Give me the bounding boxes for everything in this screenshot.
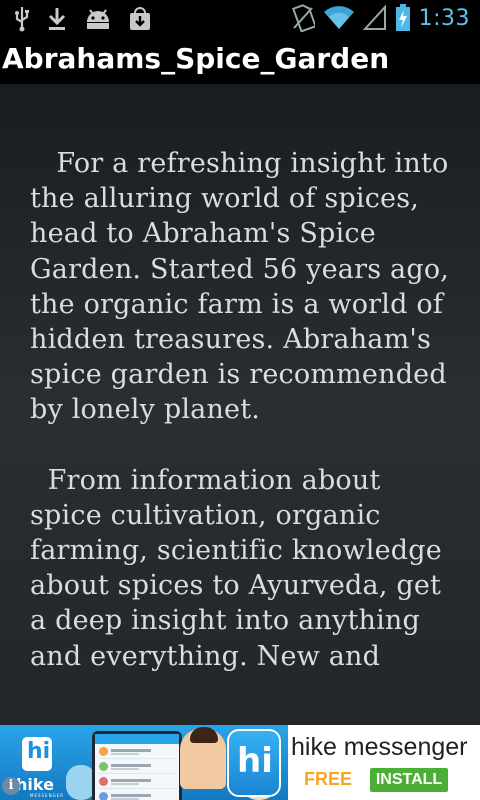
info-icon[interactable]: i — [2, 777, 20, 795]
article-text: For a refreshing insight into the alluri… — [30, 146, 460, 674]
download-icon — [48, 8, 66, 30]
clock: 1:33 — [418, 5, 470, 31]
status-bar: 1:33 — [0, 0, 480, 38]
article-paragraph: For a refreshing insight into the alluri… — [30, 148, 450, 426]
phone-mockup — [92, 731, 182, 800]
android-icon — [87, 9, 109, 29]
ad-brand-small-sub: MESSENGER — [30, 793, 64, 798]
ad-title[interactable]: hike messenger — [291, 733, 467, 762]
ad-price-label: FREE — [304, 769, 353, 789]
ad-banner[interactable]: hi hike MESSENGER i hi hike messenger FR… — [0, 725, 480, 800]
no-sim-icon — [291, 4, 315, 32]
install-button[interactable]: INSTALL — [370, 768, 448, 792]
store-download-icon — [130, 7, 150, 30]
signal-icon — [362, 5, 386, 30]
content-scroll-area[interactable]: For a refreshing insight into the alluri… — [0, 84, 480, 725]
usb-icon — [15, 7, 29, 32]
hike-logo-icon[interactable]: hi — [229, 731, 279, 795]
hike-logo-small: hi — [22, 737, 52, 771]
title-bar: Abrahams_Spice_Garden — [0, 38, 480, 84]
battery-icon — [395, 4, 410, 31]
article-paragraph: From information about spice cultivation… — [30, 464, 442, 672]
ad-brand-small: hike — [16, 775, 54, 794]
system-icons: 1:33 — [291, 4, 470, 32]
sticker-character — [180, 727, 226, 789]
app-title: Abrahams_Spice_Garden — [2, 42, 390, 75]
notification-icons — [14, 6, 152, 32]
wifi-icon — [323, 6, 354, 29]
